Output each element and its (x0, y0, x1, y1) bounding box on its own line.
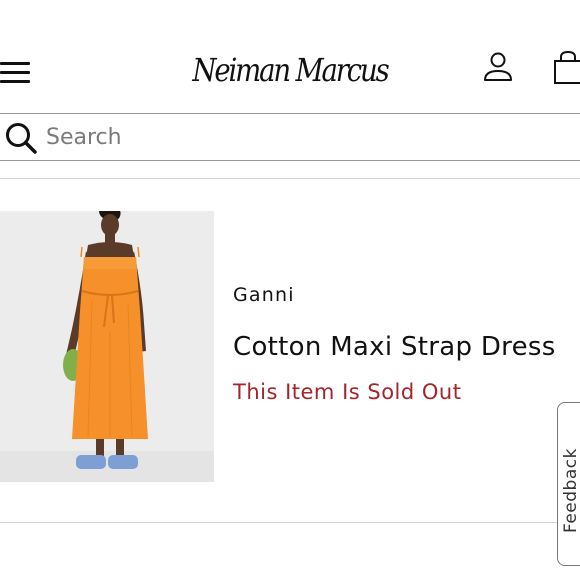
search-input[interactable] (46, 120, 546, 154)
search-bar[interactable] (0, 113, 580, 161)
product-title[interactable]: Cotton Maxi Strap Dress (233, 332, 556, 362)
site-header: Neiman Marcus (0, 0, 580, 114)
brand-logo[interactable]: Neiman Marcus (192, 30, 389, 110)
search-icon[interactable] (4, 121, 38, 155)
product-brand[interactable]: Ganni (233, 284, 295, 306)
section-divider (0, 522, 580, 523)
hamburger-menu-icon[interactable] (0, 60, 30, 86)
shopping-bag-icon[interactable] (550, 50, 580, 86)
section-divider (0, 178, 580, 179)
product-image[interactable] (0, 211, 214, 482)
feedback-button[interactable]: Feedback (557, 402, 580, 566)
feedback-label: Feedback (561, 448, 580, 533)
user-icon[interactable] (482, 50, 514, 84)
sold-out-status: This Item Is Sold Out (233, 380, 462, 404)
